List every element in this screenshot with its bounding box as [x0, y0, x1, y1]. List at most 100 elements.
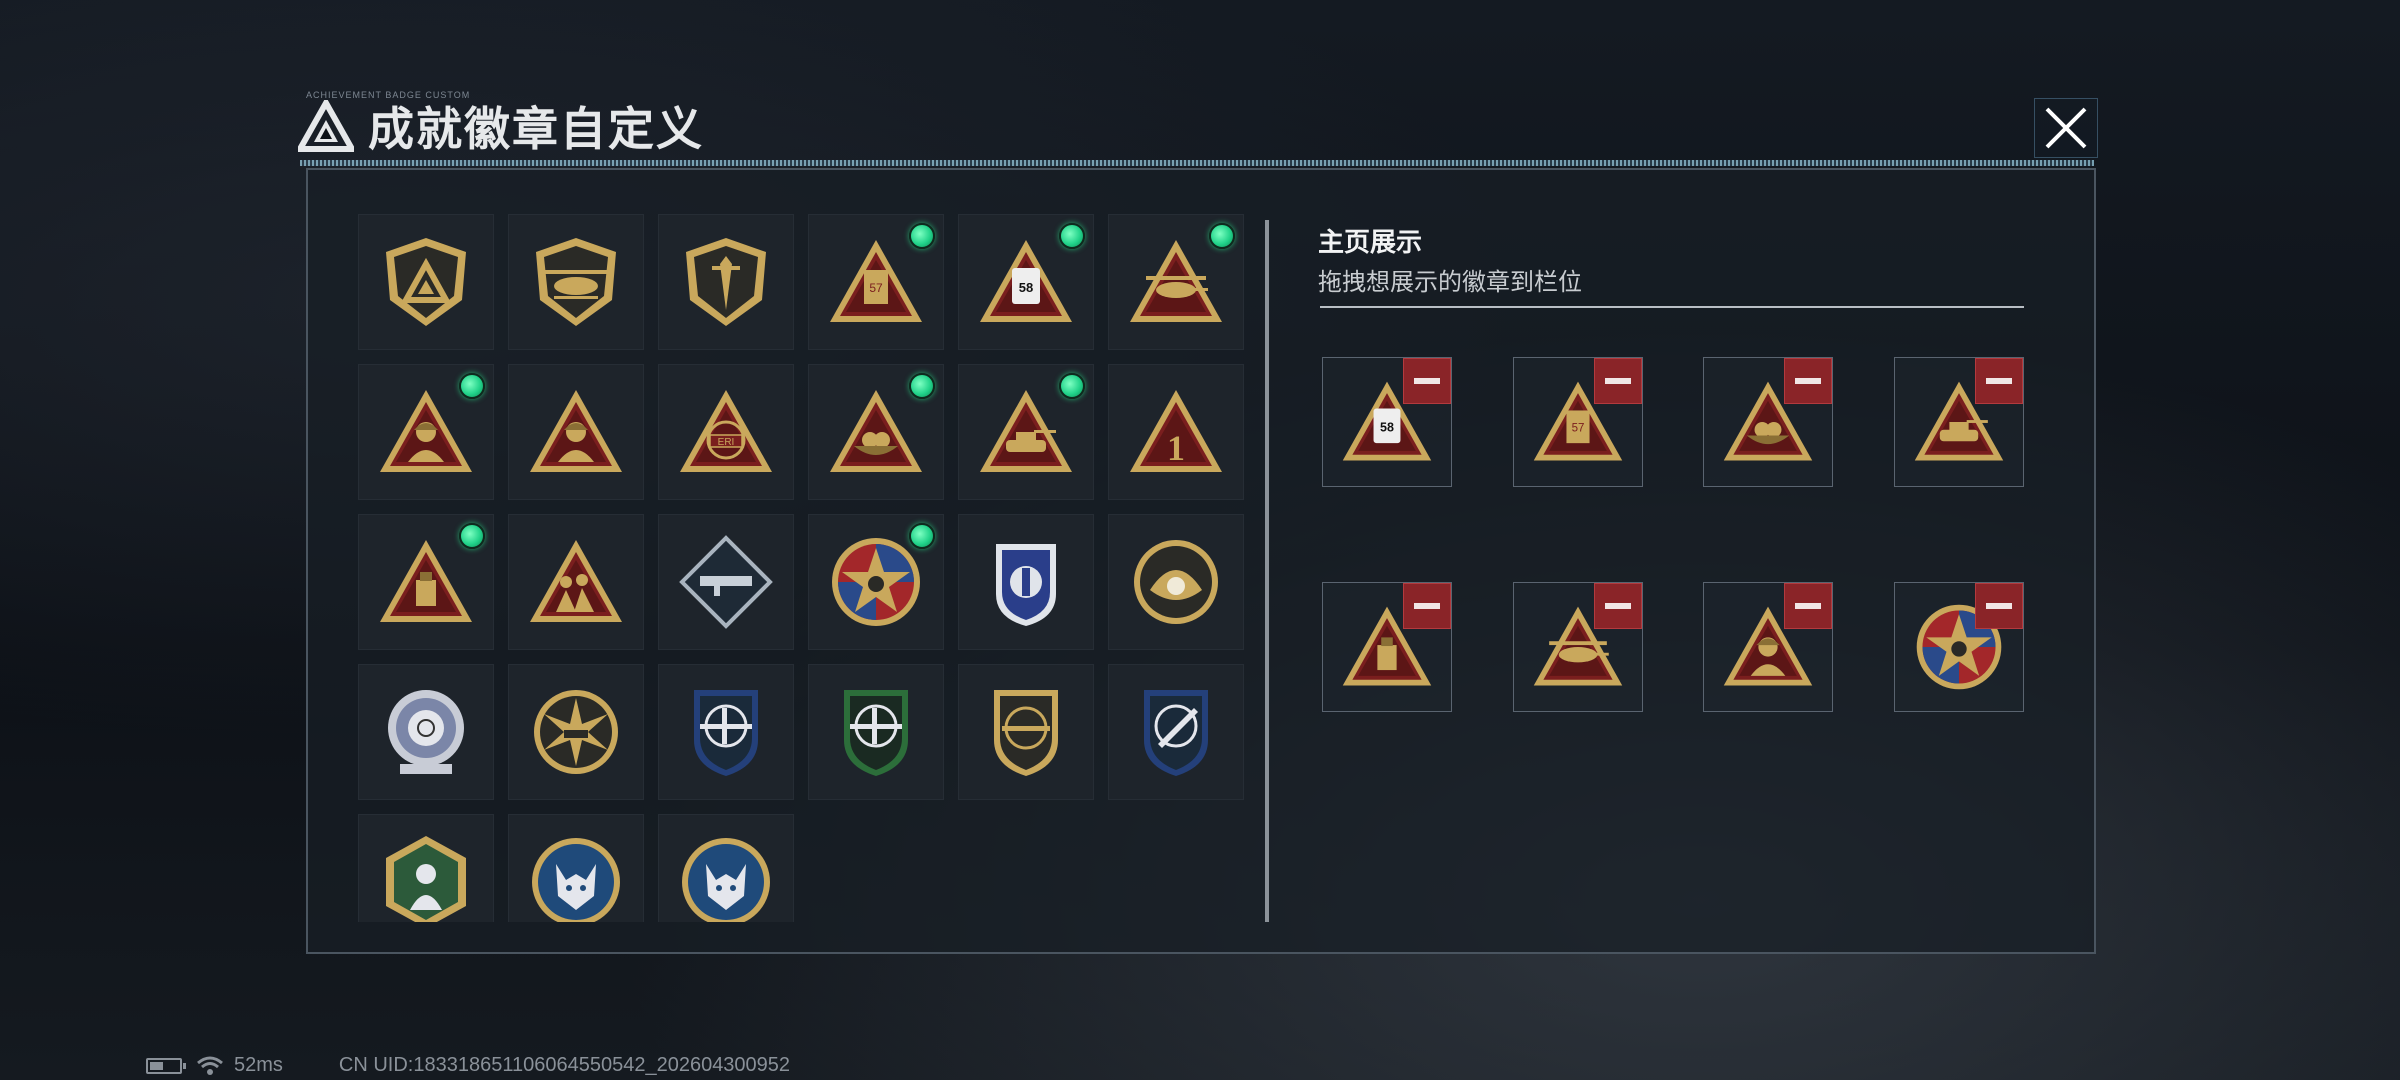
badge-cell[interactable] — [358, 814, 494, 922]
new-badge-dot — [459, 523, 485, 549]
remove-badge-button[interactable] — [1594, 583, 1642, 629]
badge-cell[interactable] — [508, 814, 644, 922]
remove-badge-button[interactable] — [1975, 358, 2023, 404]
badge-cell[interactable] — [1108, 664, 1244, 800]
badge-cell[interactable] — [808, 364, 944, 500]
wolf-badge-icon — [682, 838, 770, 922]
number-one-badge-icon: 1 — [1130, 390, 1222, 472]
blue-shield-badge-icon — [996, 544, 1056, 626]
badge-cell[interactable] — [358, 664, 494, 800]
showcase-divider — [1320, 306, 2024, 308]
eri-globe-badge-icon: ERI — [680, 390, 772, 472]
soldier-badge-icon — [530, 390, 622, 472]
badge-cell[interactable] — [958, 514, 1094, 650]
showcase-slot[interactable]: 57 — [1513, 357, 1643, 487]
ping-value: 52ms — [234, 1054, 283, 1076]
remove-badge-button[interactable] — [1403, 583, 1451, 629]
showcase-slot[interactable] — [1513, 582, 1643, 712]
badge-cell[interactable] — [358, 364, 494, 500]
status-footer: 52ms CN UID:18331865110606455054​2_20260… — [146, 1054, 790, 1077]
badge-cell[interactable] — [508, 664, 644, 800]
close-icon — [2045, 107, 2087, 149]
badge-grid-scroll[interactable]: 57 58 ERI 1 — [358, 214, 1258, 922]
svg-text:57: 57 — [1572, 423, 1585, 435]
showcase-title: 主页展示 — [1318, 227, 1423, 257]
rocket-launcher-badge-icon — [679, 535, 773, 629]
page-title: 成就徽章自定义 — [368, 103, 704, 155]
triangle-shield-badge-icon — [386, 238, 466, 326]
remove-badge-button[interactable] — [1403, 358, 1451, 404]
hex-soldier-badge-icon — [386, 836, 466, 922]
minus-icon — [1795, 378, 1821, 384]
showcase-slot[interactable] — [1894, 582, 2024, 712]
new-badge-dot — [1059, 373, 1085, 399]
badge-cell[interactable] — [1108, 214, 1244, 350]
battery-icon — [146, 1057, 186, 1074]
helicopter-shield-badge-icon — [536, 238, 616, 326]
badge-cell[interactable]: ERI — [658, 364, 794, 500]
new-badge-dot — [1059, 223, 1085, 249]
squad-badge-icon — [530, 540, 622, 622]
badge-cell[interactable] — [358, 214, 494, 350]
showcase-slot[interactable] — [1703, 357, 1833, 487]
badge-cell[interactable] — [658, 814, 794, 922]
close-button[interactable] — [2034, 98, 2098, 158]
new-badge-dot — [909, 523, 935, 549]
remove-badge-button[interactable] — [1975, 583, 2023, 629]
remove-badge-button[interactable] — [1784, 358, 1832, 404]
new-badge-dot — [459, 373, 485, 399]
showcase-slot[interactable] — [1703, 582, 1833, 712]
badge-cell[interactable] — [508, 514, 644, 650]
badge-cell[interactable] — [958, 664, 1094, 800]
minus-icon — [1605, 378, 1631, 384]
badge-cell[interactable] — [808, 514, 944, 650]
remove-badge-button[interactable] — [1594, 358, 1642, 404]
dagger-shield-badge-icon — [686, 238, 766, 326]
badge-cell[interactable] — [808, 664, 944, 800]
new-badge-dot — [909, 373, 935, 399]
minus-icon — [1795, 603, 1821, 609]
rifle-crosshair-blue-badge-icon — [694, 690, 758, 776]
badge-cell[interactable] — [508, 364, 644, 500]
wolf-badge-icon — [532, 838, 620, 922]
new-badge-dot — [909, 223, 935, 249]
badge-cell[interactable] — [358, 514, 494, 650]
svg-text:1: 1 — [1167, 428, 1185, 468]
scrollbar[interactable] — [1265, 220, 1269, 922]
badge-cell[interactable] — [658, 214, 794, 350]
wifi-icon — [197, 1056, 223, 1075]
badge-cell[interactable]: 57 — [808, 214, 944, 350]
badge-cell[interactable] — [958, 364, 1094, 500]
badge-grid: 57 58 ERI 1 — [358, 214, 1244, 922]
badge-cell[interactable] — [658, 514, 794, 650]
header-divider — [300, 160, 2094, 166]
showcase-slot[interactable] — [1894, 357, 2024, 487]
rifle-gold-shield-badge-icon — [994, 690, 1058, 776]
badge-cell[interactable]: 58 — [958, 214, 1094, 350]
minus-icon — [1414, 603, 1440, 609]
badge-cell[interactable] — [1108, 514, 1244, 650]
minus-icon — [1986, 378, 2012, 384]
showcase-slot[interactable] — [1322, 582, 1452, 712]
badge-cell[interactable]: 1 — [1108, 364, 1244, 500]
rifle-crosshair-green-badge-icon — [844, 690, 908, 776]
title-bar: 成就徽章自定义 — [298, 94, 704, 158]
new-badge-dot — [1209, 223, 1235, 249]
uid-text: CN UID:18331865110606455054​2_2026043009… — [338, 1054, 791, 1076]
svg-text:58: 58 — [1380, 421, 1394, 435]
triangle-emblem-icon — [298, 100, 354, 152]
showcase-slot[interactable]: 58 — [1322, 357, 1452, 487]
knife-crosshair-badge-icon — [1144, 690, 1208, 776]
remove-badge-button[interactable] — [1784, 583, 1832, 629]
badge-cell[interactable] — [658, 664, 794, 800]
tank-burst-badge-icon — [534, 690, 618, 774]
svg-text:57: 57 — [869, 281, 883, 295]
svg-text:58: 58 — [1019, 280, 1033, 295]
minus-icon — [1605, 603, 1631, 609]
crosshair-skull-badge-icon — [388, 690, 464, 774]
pearl-shell-badge-icon — [1134, 540, 1218, 624]
showcase-hint: 拖拽想展示的徽章到栏位 — [1318, 269, 1582, 296]
badge-cell[interactable] — [508, 214, 644, 350]
minus-icon — [1414, 378, 1440, 384]
minus-icon — [1986, 603, 2012, 609]
